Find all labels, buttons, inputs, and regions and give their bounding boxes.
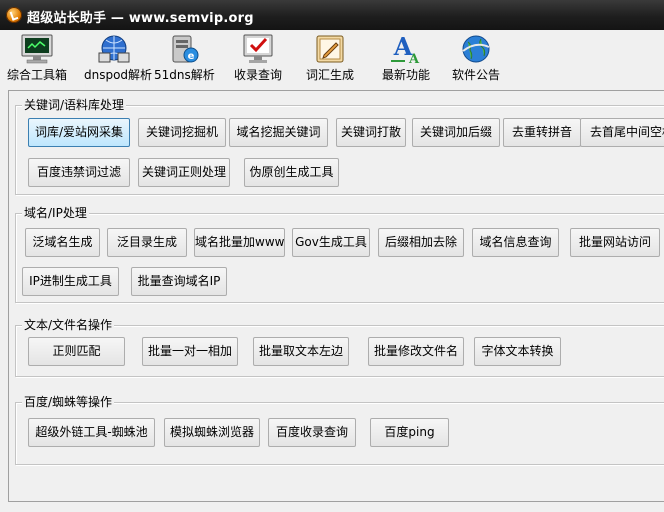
group-text-file: 文本/文件名操作 正则匹配 批量一对一相加 批量取文本左边 批量修改文件名 字体… [15,318,664,377]
wildcard-domain-button[interactable]: 泛域名生成 [25,228,100,257]
regex-match-button[interactable]: 正则匹配 [28,337,125,366]
keyword-suffix-button[interactable]: 关键词加后缀 [412,118,500,147]
network-icon [98,35,130,63]
toolbar-label: 收录查询 [233,68,282,82]
toolbar-label: dnspod解析 [84,68,153,82]
monitor-icon [21,34,53,64]
batch-domain-ip-button[interactable]: 批量查询域名IP [131,267,227,296]
wildcard-dir-button[interactable]: 泛目录生成 [107,228,187,257]
group-title: 关键词/语料库处理 [22,98,127,113]
baidu-index-query-button[interactable]: 百度收录查询 [268,418,356,447]
group-title: 文本/文件名操作 [22,318,115,333]
title-bar[interactable]: 超级站长助手 — www.semvip.org [0,0,664,30]
suffix-add-remove-button[interactable]: 后缀相加去除 [378,228,464,257]
toolbar-label: 51dns解析 [154,68,215,82]
check-monitor-icon [243,34,273,63]
svg-text:e: e [188,51,195,62]
toolbar-button-51dns[interactable]: e 51dns解析 [154,30,215,86]
server-ie-icon: e [172,35,199,63]
group-keyword-processing: 关键词/语料库处理 词库/爱站网采集 关键词挖掘机 域名挖掘关键词 关键词打散 … [15,98,664,195]
font-icon: A A [391,33,420,65]
spider-pool-button[interactable]: 超级外链工具-蜘蛛池 [28,418,155,447]
batch-pair-add-button[interactable]: 批量一对一相加 [142,337,238,366]
window-title: 超级站长助手 — www.semvip.org [27,11,254,26]
batch-rename-button[interactable]: 批量修改文件名 [368,337,464,366]
keyword-shuffle-button[interactable]: 关键词打散 [336,118,406,147]
keyword-collect-button[interactable]: 词库/爱站网采集 [28,118,130,147]
dedupe-pinyin-button[interactable]: 去重转拼音 [503,118,581,147]
baidu-banned-filter-button[interactable]: 百度违禁词过滤 [28,158,130,187]
trim-spaces-button[interactable]: 去首尾中间空格 [580,118,664,147]
domain-add-www-button[interactable]: 域名批量加www [194,228,285,257]
domain-keyword-button[interactable]: 域名挖掘关键词 [229,118,328,147]
toolbar: 综合工具箱 dnspod解析 e 51dns解析 收录查询 词汇生成 A A 最… [0,30,664,88]
keyword-regex-button[interactable]: 关键词正则处理 [138,158,230,187]
batch-text-left-button[interactable]: 批量取文本左边 [253,337,349,366]
toolbar-button-index-query[interactable]: 收录查询 [234,30,282,86]
toolbar-button-word-gen[interactable]: 词汇生成 [306,30,354,86]
ip-base-generator-button[interactable]: IP进制生成工具 [22,267,119,296]
domain-info-button[interactable]: 域名信息查询 [472,228,559,257]
group-title: 百度/蜘蛛等操作 [22,395,115,410]
batch-visit-button[interactable]: 批量网站访问 [570,228,660,257]
toolbar-label: 词汇生成 [305,68,354,82]
toolbar-label: 最新功能 [381,68,430,82]
toolbar-label: 综合工具箱 [6,68,67,82]
toolbar-button-dnspod[interactable]: dnspod解析 [84,30,152,86]
toolbar-button-new-features[interactable]: A A 最新功能 [382,30,430,86]
group-title: 域名/IP处理 [22,206,89,221]
keyword-miner-button[interactable]: 关键词挖掘机 [138,118,226,147]
toolbar-label: 软件公告 [451,68,500,82]
toolbar-button-toolbox[interactable]: 综合工具箱 [7,30,67,86]
baidu-ping-button[interactable]: 百度ping [370,418,449,447]
font-text-convert-button[interactable]: 字体文本转换 [474,337,561,366]
gov-generator-button[interactable]: Gov生成工具 [292,228,370,257]
group-baidu-spider: 百度/蜘蛛等操作 超级外链工具-蜘蛛池 模拟蜘蛛浏览器 百度收录查询 百度pin… [15,395,664,465]
spider-browser-button[interactable]: 模拟蜘蛛浏览器 [164,418,260,447]
app-logo-icon [6,7,22,23]
group-domain-ip: 域名/IP处理 泛域名生成 泛目录生成 域名批量加www Gov生成工具 后缀相… [15,206,664,303]
edit-icon [316,35,344,63]
globe-icon [462,35,490,63]
toolbar-button-announcement[interactable]: 软件公告 [452,30,500,86]
pseudo-original-button[interactable]: 伪原创生成工具 [244,158,339,187]
svg-text:A: A [408,52,420,65]
